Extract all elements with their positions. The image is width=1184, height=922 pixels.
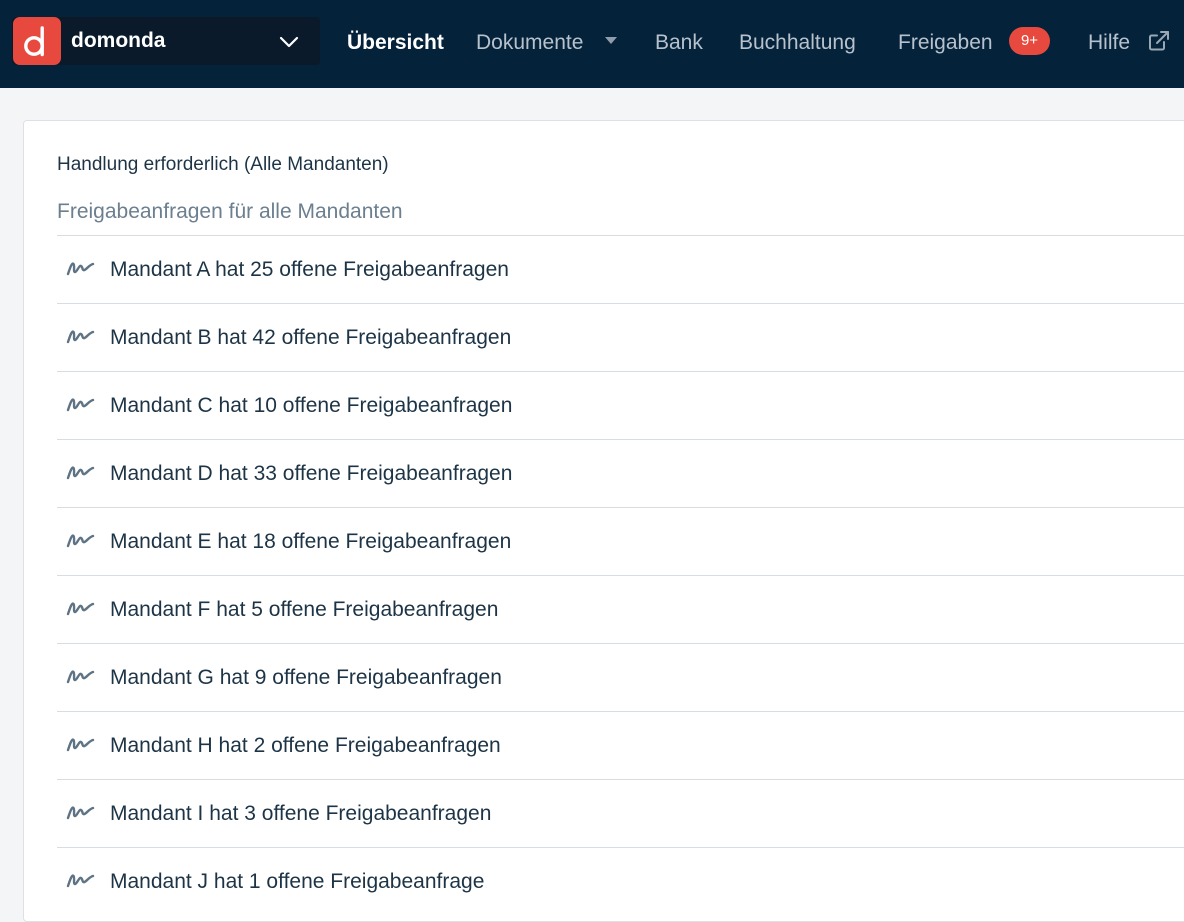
signature-icon <box>66 602 95 616</box>
external-link-icon[interactable] <box>1147 29 1171 53</box>
approval-request-text: Mandant J hat 1 offene Freigabeanfrage <box>110 870 485 893</box>
chevron-down-icon <box>279 36 299 48</box>
nav-hilfe[interactable]: Hilfe <box>1088 28 1130 58</box>
domonda-logo <box>13 17 61 65</box>
action-required-card: Handlung erforderlich (Alle Mandanten) F… <box>23 120 1184 922</box>
approval-request-text: Mandant F hat 5 offene Freigabeanfragen <box>110 598 499 621</box>
signature-icon <box>66 874 95 888</box>
organization-switcher[interactable]: domonda <box>12 17 320 65</box>
approval-request-text: Mandant G hat 9 offene Freigabeanfragen <box>110 666 502 689</box>
nav-bank[interactable]: Bank <box>655 28 703 58</box>
nav-buchhaltung[interactable]: Buchhaltung <box>739 28 856 58</box>
signature-icon <box>66 262 95 276</box>
nav-dokumente[interactable]: Dokumente <box>476 28 583 58</box>
nav-uebersicht[interactable]: Übersicht <box>347 28 444 58</box>
signature-icon <box>66 398 95 412</box>
approval-request-text: Mandant C hat 10 offene Freigabeanfragen <box>110 394 513 417</box>
caret-down-icon[interactable] <box>605 37 617 44</box>
approval-request-item[interactable]: Mandant G hat 9 offene Freigabeanfragen <box>57 643 1184 711</box>
approval-request-item[interactable]: Mandant H hat 2 offene Freigabeanfragen <box>57 711 1184 779</box>
card-subtitle: Freigabeanfragen für alle Mandanten <box>57 200 403 223</box>
signature-icon <box>66 738 95 752</box>
signature-icon <box>66 806 95 820</box>
card-title: Handlung erforderlich (Alle Mandanten) <box>57 154 389 175</box>
approval-request-item[interactable]: Mandant D hat 33 offene Freigabeanfragen <box>57 439 1184 507</box>
approval-request-text: Mandant D hat 33 offene Freigabeanfragen <box>110 462 513 485</box>
approval-request-list: Mandant A hat 25 offene Freigabeanfragen… <box>57 235 1184 915</box>
signature-icon <box>66 330 95 344</box>
freigaben-count-badge: 9+ <box>1009 27 1050 55</box>
approval-request-item[interactable]: Mandant A hat 25 offene Freigabeanfragen <box>57 235 1184 303</box>
nav-freigaben[interactable]: Freigaben <box>898 28 993 58</box>
approval-request-text: Mandant I hat 3 offene Freigabeanfragen <box>110 802 492 825</box>
approval-request-text: Mandant H hat 2 offene Freigabeanfragen <box>110 734 501 757</box>
approval-request-item[interactable]: Mandant C hat 10 offene Freigabeanfragen <box>57 371 1184 439</box>
top-navigation-bar: domonda Übersicht Dokumente Bank Buchhal… <box>0 0 1184 88</box>
approval-request-item[interactable]: Mandant B hat 42 offene Freigabeanfragen <box>57 303 1184 371</box>
signature-icon <box>66 670 95 684</box>
signature-icon <box>66 466 95 480</box>
approval-request-item[interactable]: Mandant E hat 18 offene Freigabeanfragen <box>57 507 1184 575</box>
approval-request-text: Mandant E hat 18 offene Freigabeanfragen <box>110 530 512 553</box>
approval-request-text: Mandant B hat 42 offene Freigabeanfragen <box>110 326 512 349</box>
signature-icon <box>66 534 95 548</box>
approval-request-item[interactable]: Mandant J hat 1 offene Freigabeanfrage <box>57 847 1184 915</box>
approval-request-item[interactable]: Mandant I hat 3 offene Freigabeanfragen <box>57 779 1184 847</box>
approval-request-item[interactable]: Mandant F hat 5 offene Freigabeanfragen <box>57 575 1184 643</box>
approval-request-text: Mandant A hat 25 offene Freigabeanfragen <box>110 258 509 281</box>
organization-name: domonda <box>71 29 166 52</box>
